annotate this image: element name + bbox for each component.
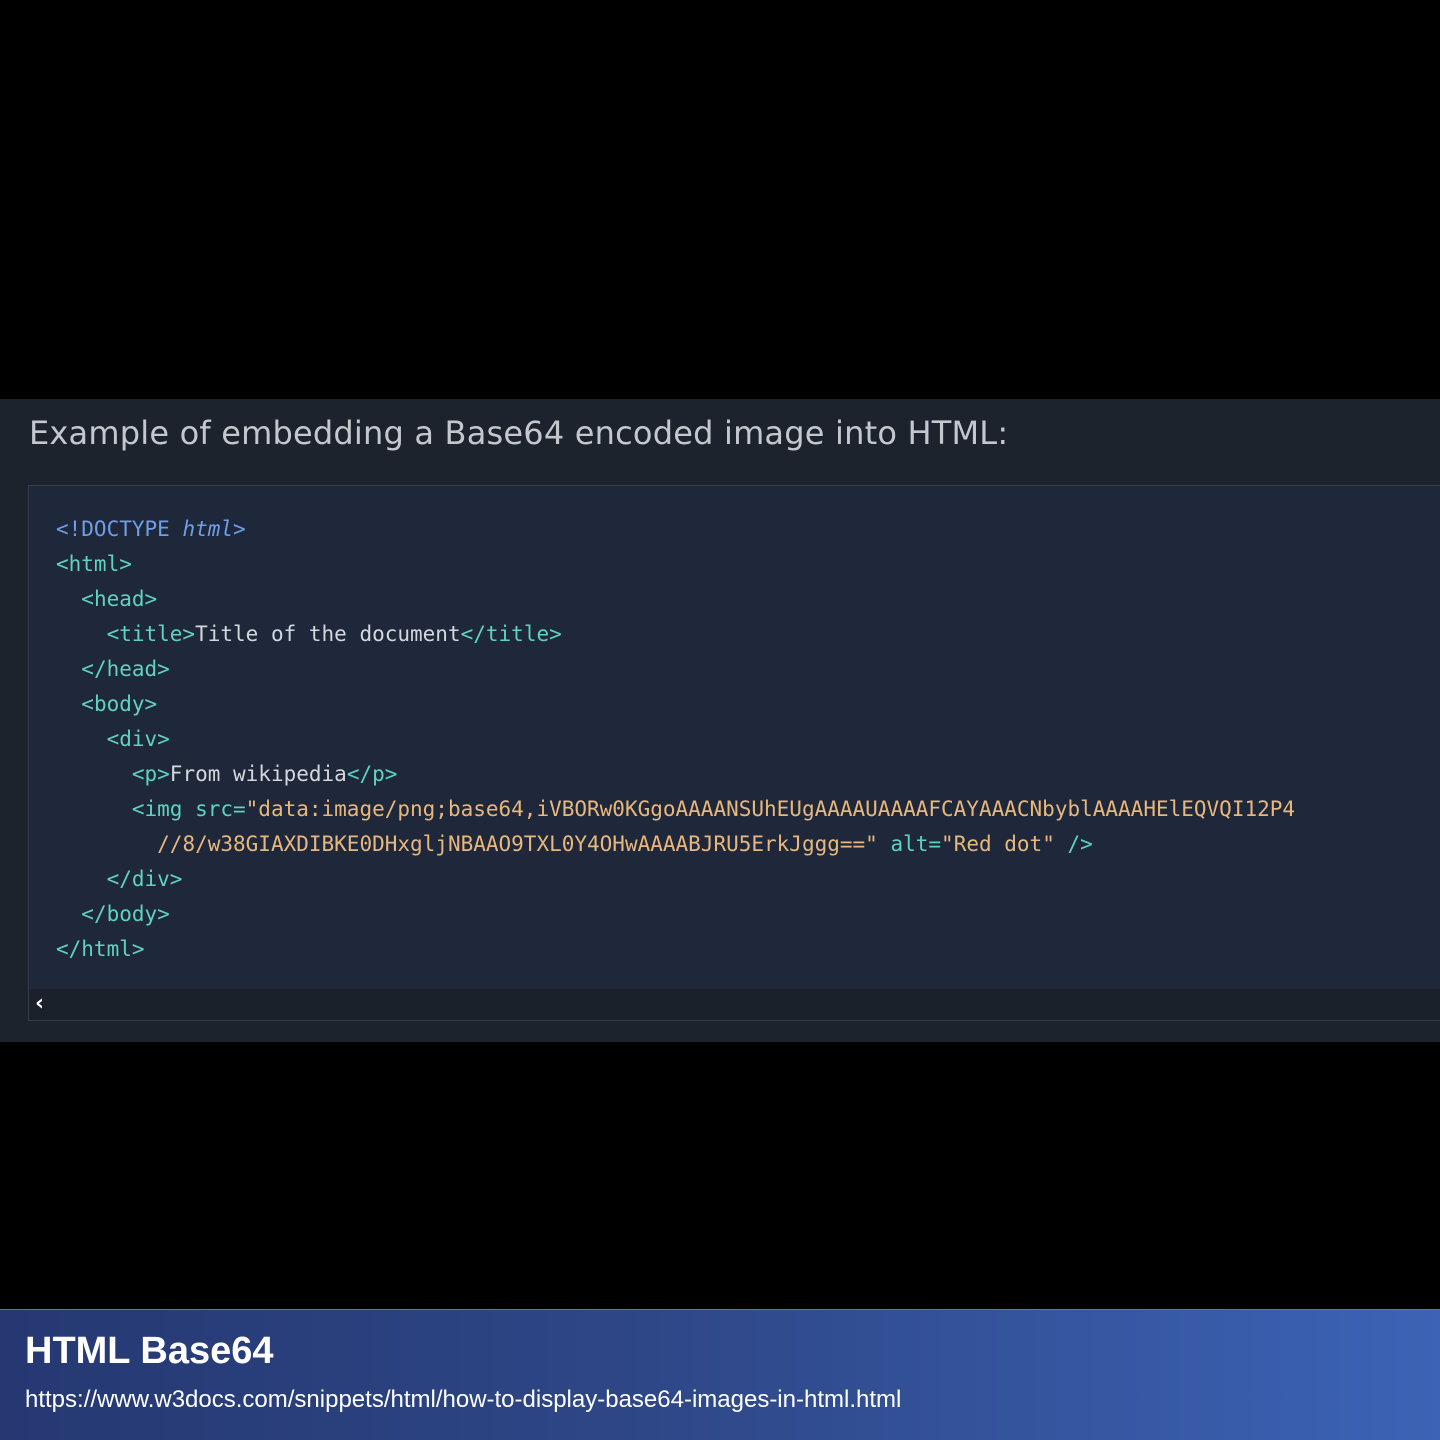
code-token: </div> [106,867,183,891]
section-heading: Example of embedding a Base64 encoded im… [29,414,1009,452]
code-token: alt= [890,832,942,856]
code-line: //8/w38GIAXDIBKE0DHxgljNBAAO9TXL0Y4OHwAA… [56,827,1295,862]
code-line: <html> [56,547,1295,582]
code-token: Title of the document [195,622,461,646]
caption-url: https://www.w3docs.com/snippets/html/how… [25,1386,902,1413]
code-token: <html> [56,552,132,576]
code-token: <img [131,797,196,821]
code-line: </html> [56,932,1295,967]
code-token: </title> [460,622,562,646]
code-token: src= [195,797,246,821]
code-line: </body> [56,897,1295,932]
code-line: <body> [56,687,1295,722]
code-token: </p> [346,762,398,786]
chevron-left-icon[interactable]: ‹ [35,991,55,1017]
horizontal-scrollbar[interactable]: ‹ [29,989,1440,1020]
code-token: </html> [56,937,145,961]
code-token: //8/w38GIAXDIBKE0DHxgljNBAAO9TXL0Y4OHwAA… [157,832,878,856]
code-token: <head> [81,587,158,611]
code-line: </head> [56,652,1295,687]
code-token: From wikipedia [169,762,347,786]
code-token: <p> [131,762,170,786]
code-token: <!DOCTYPE [56,517,183,541]
code-content: <!DOCTYPE html> <html> <head> <title>Titl… [56,512,1295,967]
code-token: "data:image/png;base64,iVBORw0KGgoAAAANS… [245,797,1296,821]
code-token: /> [1067,832,1093,856]
code-token: </body> [81,902,170,926]
code-line: <div> [56,722,1295,757]
code-token: > [233,517,246,541]
code-token: </head> [81,657,170,681]
code-token: <div> [106,727,170,751]
caption-title: HTML Base64 [25,1330,274,1372]
code-token: html [182,517,234,541]
code-line: <head> [56,582,1295,617]
caption-banner: HTML Base64 https://www.w3docs.com/snipp… [0,1309,1440,1440]
code-token: <body> [81,692,158,716]
code-line: <img src="data:image/png;base64,iVBORw0K… [56,792,1295,827]
code-token: "Red dot" [941,832,1055,856]
code-line: </div> [56,862,1295,897]
code-block[interactable]: <!DOCTYPE html> <html> <head> <title>Titl… [28,485,1440,1021]
code-line: <p>From wikipedia</p> [56,757,1295,792]
code-line: <title>Title of the document</title> [56,617,1295,652]
code-token: <title> [106,622,196,646]
code-line: <!DOCTYPE html> [56,512,1295,547]
